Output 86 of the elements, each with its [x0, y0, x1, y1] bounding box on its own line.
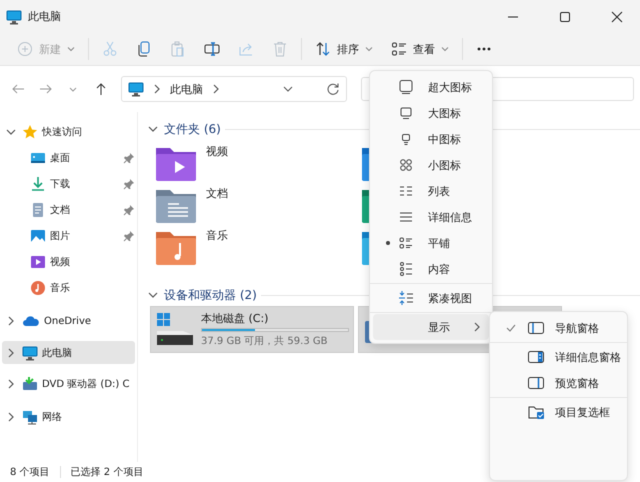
section-header[interactable]: 文件夹 (6)	[164, 120, 221, 138]
picture-icon	[30, 228, 46, 244]
menu-item[interactable]: 内容	[373, 256, 489, 282]
drive-tile[interactable]: 本地磁盘 (C:) 37.9 GB 可用，共 59.3 GB	[150, 306, 354, 353]
menu-item[interactable]: 小图标	[373, 152, 489, 178]
star-icon	[22, 124, 38, 140]
computer-icon	[22, 344, 38, 360]
sort-button[interactable]: 排序	[306, 35, 382, 63]
forward-arrow-icon	[38, 82, 53, 96]
window-title: 此电脑	[28, 9, 62, 24]
sidebar-item[interactable]: 图片	[2, 223, 135, 249]
menu-item[interactable]: 紧凑视图	[373, 285, 489, 311]
pin-icon	[123, 204, 135, 216]
checkmark-icon	[505, 322, 517, 334]
menu-item[interactable]: 预览窗格	[493, 370, 624, 396]
caret-icon	[67, 45, 75, 53]
tiles-icon	[398, 235, 414, 251]
section-header[interactable]: 设备和驱动器 (2)	[164, 286, 257, 304]
menu-item[interactable]: 导航窗格	[493, 315, 624, 341]
view-button[interactable]: 查看	[382, 35, 458, 63]
pin-icon	[123, 152, 135, 164]
status-text: 已选择 2 个项目	[70, 466, 144, 479]
back-arrow-icon	[10, 82, 25, 96]
menu-item[interactable]: 显示	[373, 314, 489, 340]
sidebar-item[interactable]: 视频	[2, 249, 135, 275]
pin-icon	[123, 178, 135, 190]
small-icons-icon	[398, 157, 414, 173]
plus-icon	[17, 41, 33, 57]
large-icons-icon	[398, 105, 414, 121]
hard-drive-icon	[155, 311, 195, 347]
video-icon	[30, 254, 46, 270]
menu-item[interactable]: 大图标	[373, 100, 489, 126]
caret-icon	[441, 45, 449, 53]
menu-item[interactable]: 详细信息窗格	[493, 344, 624, 370]
clipboard-icon	[170, 41, 186, 57]
menu-item[interactable]: 中图标	[373, 126, 489, 152]
content-icon	[398, 261, 414, 277]
trash-icon	[272, 41, 288, 57]
sort-icon	[315, 41, 331, 57]
breadcrumb[interactable]: 此电脑	[170, 82, 203, 96]
status-text: 8 个项目	[10, 466, 50, 479]
caret-icon	[365, 45, 373, 53]
pin-icon	[123, 230, 135, 242]
more-icon	[476, 47, 492, 51]
desktop-icon	[30, 150, 46, 166]
view-icon	[391, 41, 407, 57]
preview-pane-icon	[527, 375, 545, 391]
details-pane-icon	[527, 349, 545, 365]
computer-icon	[128, 81, 144, 97]
refresh-icon	[326, 82, 340, 96]
menu-item[interactable]: 列表	[373, 178, 489, 204]
menu-item[interactable]: 超大图标	[373, 74, 489, 100]
folder-name[interactable]: 音乐	[206, 228, 228, 243]
share-icon	[238, 41, 254, 57]
copy-icon	[136, 41, 152, 57]
drive-name: 本地磁盘 (C:)	[201, 311, 270, 326]
sidebar-item[interactable]: 音乐	[2, 275, 135, 301]
music-icon	[30, 280, 46, 296]
scissors-icon	[102, 41, 118, 57]
sidebar-item[interactable]: DVD 驱动器 (D:) C	[2, 371, 135, 397]
menu-item[interactable]: 平铺	[373, 230, 489, 256]
download-icon	[30, 176, 46, 192]
rename-icon	[204, 41, 220, 57]
sidebar-item[interactable]: 桌面	[2, 145, 135, 171]
address-bar[interactable]: 此电脑	[121, 76, 347, 102]
sidebar-item[interactable]: 网络	[2, 404, 135, 430]
disc-drive-icon	[22, 376, 38, 392]
checkbox-folder-icon	[527, 404, 545, 420]
sidebar-item[interactable]: 此电脑	[2, 341, 135, 364]
maximize-icon	[559, 10, 571, 22]
sidebar-item[interactable]: 文档	[2, 197, 135, 223]
network-icon	[22, 409, 38, 425]
menu-item[interactable]: 详细信息	[373, 204, 489, 230]
compact-view-icon	[398, 290, 414, 306]
menu-item[interactable]: 项目复选框	[493, 399, 624, 425]
extra-large-icons-icon	[398, 79, 414, 95]
close-icon	[611, 10, 623, 22]
free-space-text: 37.9 GB 可用，共 59.3 GB	[201, 334, 328, 348]
sidebar-item[interactable]: 下载	[2, 171, 135, 197]
computer-icon	[6, 8, 22, 24]
folder-name[interactable]: 文档	[206, 186, 228, 201]
navigation-pane-icon	[527, 320, 545, 336]
sidebar-item[interactable]: 快速访问	[2, 119, 135, 145]
document-icon	[30, 202, 46, 218]
sidebar-item[interactable]: OneDrive	[2, 308, 135, 334]
folder-name[interactable]: 视频	[206, 144, 228, 159]
